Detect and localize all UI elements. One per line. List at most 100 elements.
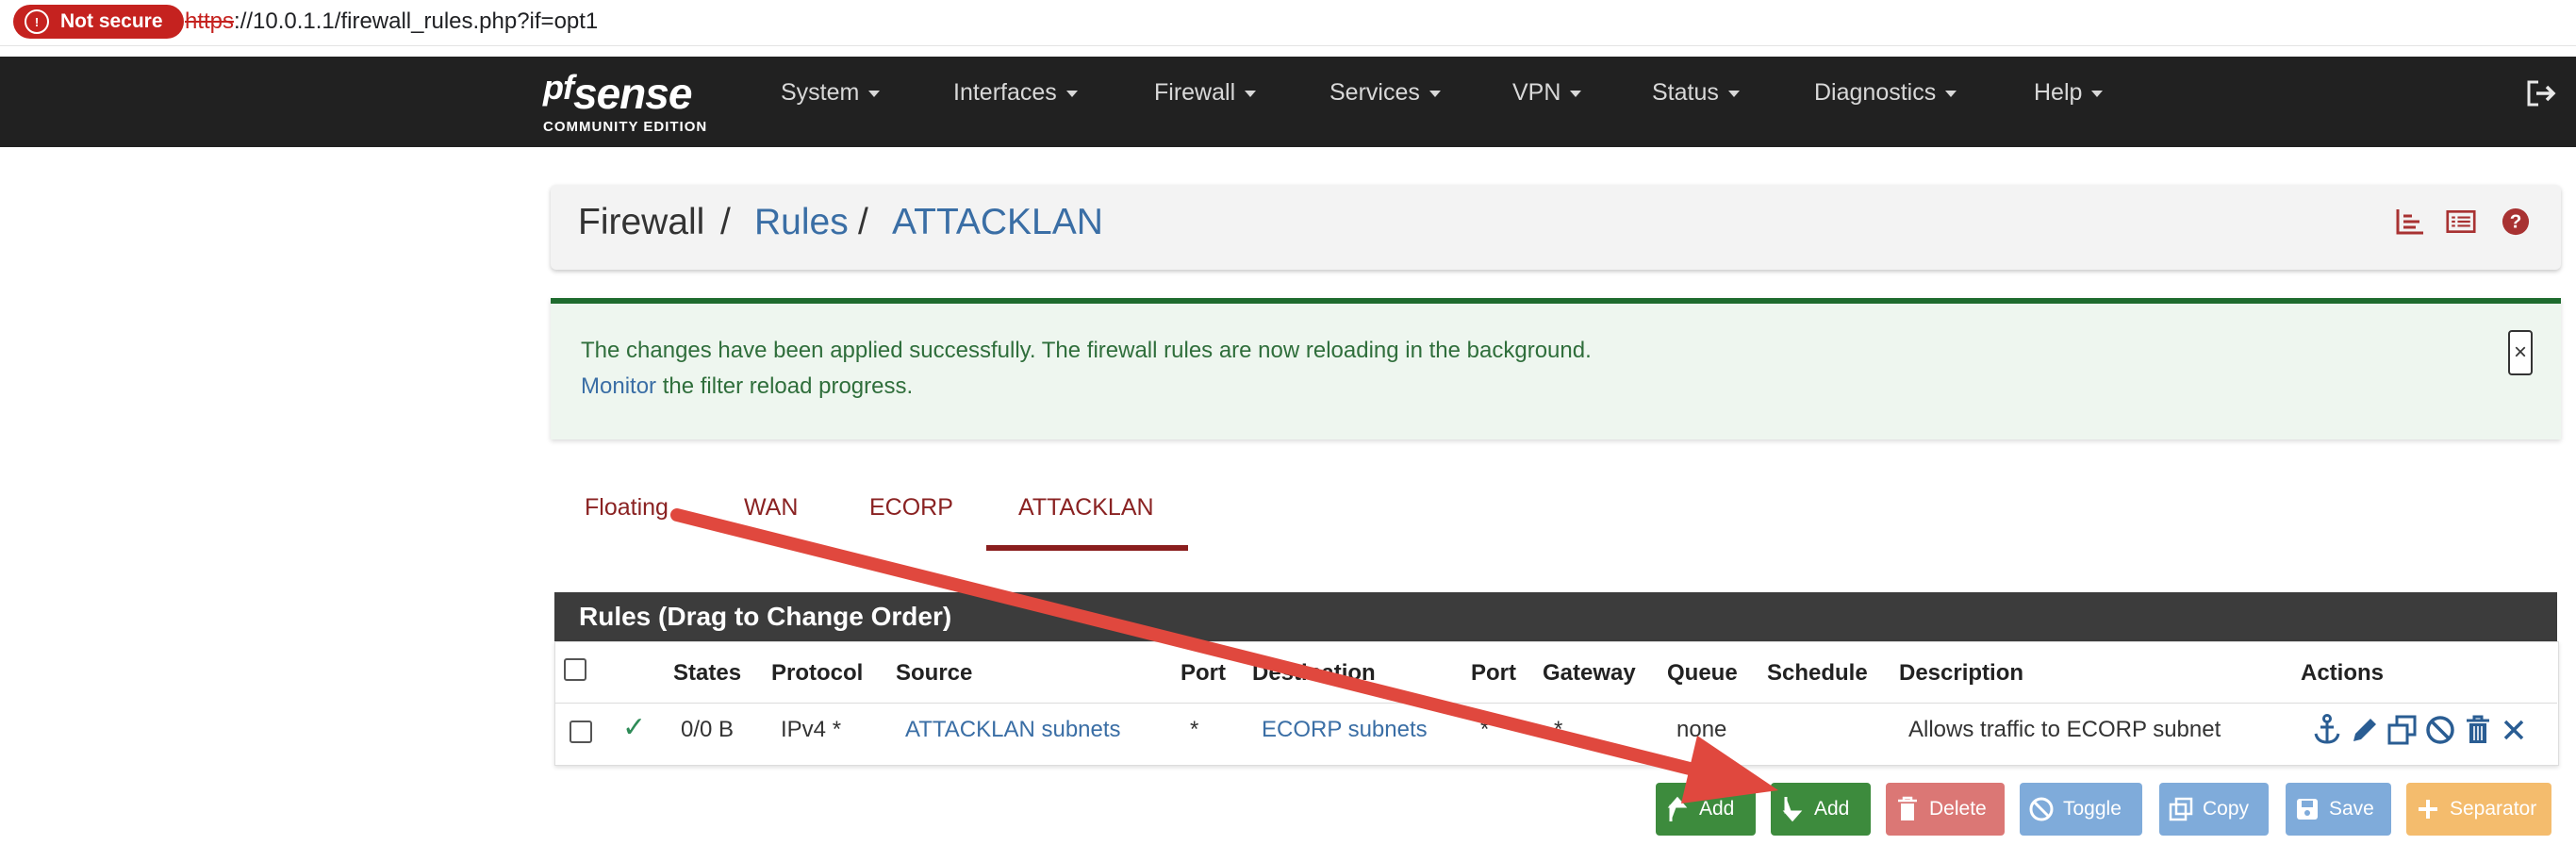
disable-icon xyxy=(2020,796,2063,822)
button-label: Save xyxy=(2329,798,2374,820)
pencil-icon[interactable] xyxy=(2348,713,2382,747)
column-header: Port xyxy=(1181,660,1226,686)
tab-floating[interactable]: Floating xyxy=(585,494,669,522)
button-label: Add xyxy=(1699,798,1735,820)
button-label: Delete xyxy=(1929,798,1987,820)
caret-down-icon xyxy=(868,90,881,97)
save-icon xyxy=(2286,797,2329,821)
cell-dst-port: * xyxy=(1480,717,1490,742)
active-tab-indicator xyxy=(986,545,1188,551)
add-rule-bottom-button[interactable]: Add xyxy=(1771,783,1871,836)
column-header: Port xyxy=(1471,660,1516,686)
arrow-up-icon xyxy=(1656,795,1699,823)
add-rule-top-button[interactable]: Add xyxy=(1656,783,1756,836)
nav-help[interactable]: Help xyxy=(2034,79,2104,107)
monitor-link[interactable]: Monitor xyxy=(581,373,656,399)
close-icon[interactable]: × xyxy=(2508,330,2533,375)
logout-icon[interactable] xyxy=(2525,79,2559,108)
caret-down-icon xyxy=(1945,90,1957,97)
logo-main: sense xyxy=(572,69,692,118)
column-header: Destination xyxy=(1252,660,1376,686)
chart-icon[interactable] xyxy=(2395,207,2425,236)
caret-down-icon xyxy=(1065,90,1078,97)
row-checkbox[interactable] xyxy=(570,721,592,743)
button-label: Copy xyxy=(2203,798,2250,820)
cell-states[interactable]: 0/0 B xyxy=(681,717,734,743)
toggle-button[interactable]: Toggle xyxy=(2020,783,2142,836)
top-navbar xyxy=(0,57,2576,147)
column-header: Source xyxy=(896,660,973,686)
alert-message: The changes have been applied successful… xyxy=(581,338,1592,363)
nav-status[interactable]: Status xyxy=(1652,79,1740,107)
tab-attacklan[interactable]: ATTACKLAN xyxy=(1018,494,1154,522)
security-badge[interactable]: ! Not secure xyxy=(13,5,184,39)
logo-prefix: pf xyxy=(543,68,574,107)
breadcrumb-separator: / xyxy=(720,202,731,242)
security-label: Not secure xyxy=(60,10,163,32)
caret-down-icon xyxy=(1727,90,1740,97)
nav-services[interactable]: Services xyxy=(1329,79,1441,107)
breadcrumb-attacklan[interactable]: ATTACKLAN xyxy=(892,202,1103,243)
column-header: States xyxy=(673,660,742,686)
cell-gateway: * xyxy=(1554,717,1563,742)
list-icon[interactable] xyxy=(2446,207,2476,236)
anchor-icon[interactable] xyxy=(2310,713,2344,747)
cell-destination[interactable]: ECORP subnets xyxy=(1262,717,1428,743)
column-header: Queue xyxy=(1667,660,1738,686)
trash-icon[interactable] xyxy=(2461,713,2495,747)
shield-icon: ! xyxy=(25,9,49,34)
select-all-checkbox[interactable] xyxy=(564,658,586,681)
caret-down-icon xyxy=(1245,90,1257,97)
disable-icon[interactable] xyxy=(2423,713,2457,747)
url-path: ://10.0.1.1/firewall_rules.php?if=opt1 xyxy=(234,8,599,34)
pfsense-logo[interactable]: pfsense COMMUNITY EDITION xyxy=(543,68,732,141)
breadcrumb-panel xyxy=(551,185,2561,270)
nav-system[interactable]: System xyxy=(781,79,881,107)
nav-vpn[interactable]: VPN xyxy=(1512,79,1582,107)
close-icon[interactable] xyxy=(2497,713,2531,747)
column-header: Protocol xyxy=(771,660,864,686)
column-header: Actions xyxy=(2301,660,2385,686)
row-divider xyxy=(554,703,2557,704)
delete-button[interactable]: Delete xyxy=(1886,783,2005,836)
alert-message-2: Monitor the filter reload progress. xyxy=(581,373,913,400)
button-label: Separator xyxy=(2450,798,2537,820)
url-text[interactable]: https://10.0.1.1/firewall_rules.php?if=o… xyxy=(185,8,598,35)
tab-wan[interactable]: WAN xyxy=(744,494,798,522)
copy-icon xyxy=(2159,796,2203,822)
arrow-down-icon xyxy=(1771,795,1814,823)
logo-edition: COMMUNITY EDITION xyxy=(543,119,708,135)
nav-label: Firewall xyxy=(1154,79,1236,106)
nav-label: System xyxy=(781,79,860,106)
button-label: Toggle xyxy=(2063,798,2122,820)
column-header: Gateway xyxy=(1543,660,1636,686)
url-scheme: https xyxy=(185,8,235,34)
nav-label: Diagnostics xyxy=(1814,79,1937,106)
add-separator-button[interactable]: Separator xyxy=(2406,783,2551,836)
column-header: Description xyxy=(1899,660,2024,686)
cell-source[interactable]: ATTACKLAN subnets xyxy=(905,717,1121,743)
copy-button[interactable]: Copy xyxy=(2159,783,2269,836)
caret-down-icon xyxy=(1428,90,1441,97)
cell-src-port: * xyxy=(1190,717,1199,742)
nav-diagnostics[interactable]: Diagnostics xyxy=(1814,79,1957,107)
check-icon: ✓ xyxy=(622,712,647,743)
nav-label: Services xyxy=(1329,79,1420,106)
save-button[interactable]: Save xyxy=(2286,783,2391,836)
nav-label: Interfaces xyxy=(953,79,1057,106)
cell-queue: none xyxy=(1676,717,1727,742)
help-icon[interactable]: ? xyxy=(2501,207,2531,236)
button-label: Add xyxy=(1814,798,1850,820)
caret-down-icon xyxy=(1570,90,1582,97)
copy-icon[interactable] xyxy=(2386,713,2419,747)
cell-description: Allows traffic to ECORP subnet xyxy=(1908,717,2221,742)
tab-ecorp[interactable]: ECORP xyxy=(869,494,953,522)
nav-firewall[interactable]: Firewall xyxy=(1154,79,1257,107)
svg-text:?: ? xyxy=(2510,211,2522,233)
rules-panel-title: Rules (Drag to Change Order) xyxy=(579,602,952,631)
nav-interfaces[interactable]: Interfaces xyxy=(953,79,1078,107)
nav-label: VPN xyxy=(1512,79,1561,106)
breadcrumb-rules[interactable]: Rules xyxy=(754,202,849,243)
plus-icon xyxy=(2406,797,2450,821)
trash-icon xyxy=(1886,796,1929,822)
